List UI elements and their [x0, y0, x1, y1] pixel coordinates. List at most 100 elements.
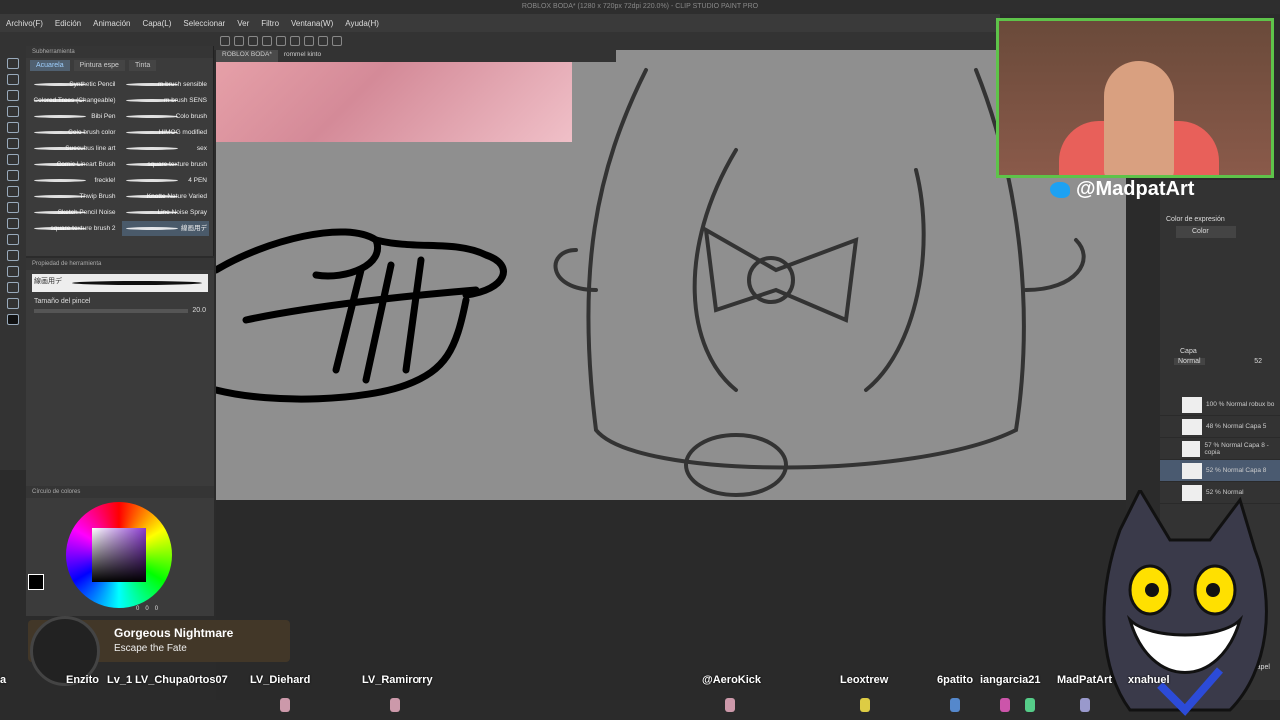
brush-item[interactable]: Sketch Pencil Noise [30, 205, 118, 220]
blue-value: 0 [154, 606, 159, 612]
brush-item[interactable]: Synthetic Pencil [30, 77, 118, 92]
layer-thumbnail [1182, 462, 1202, 479]
tab-special-paint[interactable]: Pintura espe [73, 60, 125, 71]
expression-color-select[interactable]: Color [1176, 226, 1236, 238]
menu-select[interactable]: Seleccionar [177, 19, 231, 28]
open-file-icon[interactable] [234, 36, 244, 46]
twitter-handle-text: @MadpatArt [1076, 178, 1195, 200]
snap-icon[interactable] [332, 36, 342, 46]
color-wheel-panel: Círculo de colores 0 0 0 [26, 486, 214, 616]
brush-item[interactable]: Thwip Brush [30, 189, 118, 204]
layer-info: 100 % Normal robux bo [1206, 401, 1275, 408]
tab-watercolor[interactable]: Acuarela [30, 60, 70, 71]
viewer-avatar [280, 698, 290, 712]
tab-document[interactable]: rommel kinto [278, 50, 327, 62]
viewer-avatar [1080, 698, 1090, 712]
menu-view[interactable]: Ver [231, 19, 255, 28]
brush-tool-icon[interactable] [7, 170, 19, 181]
eraser-tool-icon[interactable] [7, 202, 19, 213]
brush-item[interactable]: sex [122, 141, 210, 156]
ruler-tool-icon[interactable] [7, 298, 19, 309]
figure-tool-icon[interactable] [7, 250, 19, 261]
layer-row[interactable]: 100 % Normal robux bo [1160, 394, 1280, 416]
brush-item[interactable]: Bibi Pen [30, 109, 118, 124]
tab-ink[interactable]: Tinta [128, 60, 157, 71]
ruler-icon[interactable] [318, 36, 328, 46]
selection-tool-icon[interactable] [7, 90, 19, 101]
brush-item-selected[interactable]: 線画用デ [121, 221, 209, 236]
blend-mode-select[interactable]: Normal [1174, 358, 1205, 365]
menu-filter[interactable]: Filtro [255, 19, 285, 28]
main-color-swatch[interactable] [28, 574, 44, 590]
gradient-tool-icon[interactable] [7, 234, 19, 245]
pencil-tool-icon[interactable] [7, 154, 19, 165]
viewer-avatar [390, 698, 400, 712]
viewer-name: iangarcia21 [980, 674, 1041, 686]
color-wheel[interactable] [66, 502, 172, 608]
brush-item[interactable]: square texture brush 2 [30, 221, 118, 236]
brush-item[interactable]: Line Noise Spray [122, 205, 210, 220]
brush-preview-name: 線画用デ [34, 278, 62, 285]
undo-icon[interactable] [262, 36, 272, 46]
brush-item[interactable]: Knotte Nature Varied [122, 189, 210, 204]
move-tool-icon[interactable] [7, 74, 19, 85]
tool-property-panel: Propiedad de herramienta 線画用デ Tamaño del… [26, 258, 214, 486]
pen-tool-icon[interactable] [7, 138, 19, 149]
text-tool-icon[interactable] [7, 266, 19, 277]
viewer-name: LV_Diehard [250, 674, 311, 686]
layer-row-selected[interactable]: 52 % Normal Capa 8 [1160, 460, 1280, 482]
redo-icon[interactable] [276, 36, 286, 46]
menu-file[interactable]: Archivo(F) [0, 19, 49, 28]
brush-item[interactable]: Colo brush color [30, 125, 118, 140]
menu-layer[interactable]: Capa(L) [137, 19, 178, 28]
brush-item[interactable]: Colored Trees (Changeable) [30, 93, 118, 108]
airbrush-tool-icon[interactable] [7, 186, 19, 197]
tool-strip [0, 50, 26, 470]
viewer-bar: a Enzito Lv_1 LV_Chupa0rtos07 LV_Diehard… [0, 670, 1280, 720]
tool-property-header: Propiedad de herramienta [26, 258, 214, 270]
viewer-avatar [1000, 698, 1010, 712]
eyedropper-tool-icon[interactable] [7, 122, 19, 133]
color-square[interactable] [92, 528, 146, 582]
brush-item[interactable]: Comic Lineart Brush [30, 157, 118, 172]
lasso-tool-icon[interactable] [7, 106, 19, 117]
new-file-icon[interactable] [220, 36, 230, 46]
viewer-name: Enzito [66, 674, 99, 686]
selection-icon[interactable] [304, 36, 314, 46]
fill-tool-icon[interactable] [7, 218, 19, 229]
color-swatch-icon[interactable] [7, 314, 19, 325]
brush-item[interactable]: 4 PEN [122, 173, 210, 188]
opacity-value[interactable]: 52 [1254, 358, 1266, 365]
layer-panel-header: Capa [1180, 348, 1197, 355]
rgb-values: 0 0 0 [136, 606, 158, 612]
viewer-name: rry [418, 674, 433, 686]
brush-item[interactable]: HIMOG modified [122, 125, 210, 140]
red-value: 0 [136, 606, 140, 612]
viewer-name: @AeroKick [702, 674, 762, 686]
layer-row[interactable]: 48 % Normal Capa 5 [1160, 416, 1280, 438]
menu-animation[interactable]: Animación [87, 19, 136, 28]
menu-window[interactable]: Ventana(W) [285, 19, 339, 28]
transform-icon[interactable] [290, 36, 300, 46]
menu-edit[interactable]: Edición [49, 19, 87, 28]
brush-size-slider[interactable] [34, 308, 189, 313]
layer-info: 57 % Normal Capa 8 - copia [1204, 441, 1269, 456]
brush-item[interactable]: m brush SENS [122, 93, 210, 108]
brush-item[interactable]: Suecubus line art [30, 141, 118, 156]
brush-item[interactable]: square texture brush [122, 157, 210, 172]
layer-info: 52 % Normal Capa 8 [1206, 467, 1267, 474]
brush-item[interactable]: freckle! [30, 173, 118, 188]
twitter-handle: @MadpatArt [1050, 178, 1194, 201]
balloon-tool-icon[interactable] [7, 282, 19, 293]
tab-document-active[interactable]: ROBLOX BODA* [216, 50, 278, 62]
layer-info: 48 % Normal Capa 5 [1206, 423, 1267, 430]
canvas[interactable] [216, 50, 1126, 500]
layer-row[interactable]: 57 % Normal Capa 8 - copia [1160, 438, 1280, 460]
viewer-avatar [860, 698, 870, 712]
save-icon[interactable] [248, 36, 258, 46]
brush-item[interactable]: m brush sensible [122, 77, 210, 92]
brush-item[interactable]: Colo brush [122, 109, 210, 124]
menu-help[interactable]: Ayuda(H) [339, 19, 385, 28]
brush-size-value[interactable]: 20.0 [192, 307, 206, 314]
zoom-tool-icon[interactable] [7, 58, 19, 69]
